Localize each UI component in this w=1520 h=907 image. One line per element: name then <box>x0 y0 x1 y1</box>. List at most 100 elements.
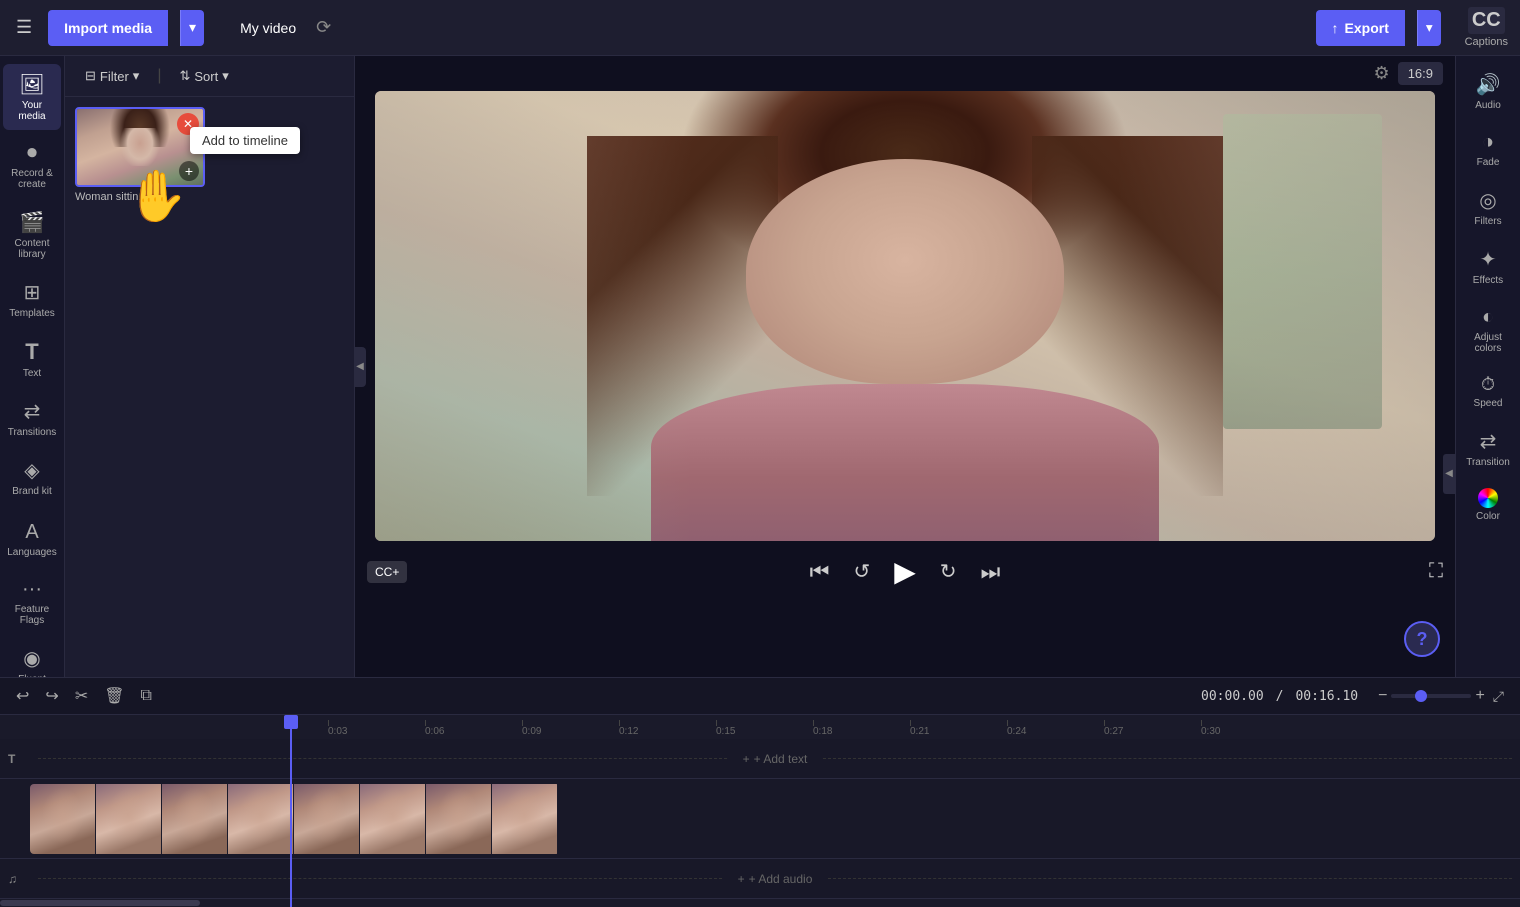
library-icon: 🎬 <box>20 210 45 235</box>
speed-icon: ⏱ <box>1481 374 1495 395</box>
video-track-content[interactable] <box>30 779 1520 858</box>
text-track-content: + + Add text <box>30 739 1520 778</box>
video-frame <box>375 91 1435 541</box>
add-to-timeline-tooltip[interactable]: Add to timeline <box>190 127 300 154</box>
sidebar-item-record-create[interactable]: ⏺ Record & create <box>3 134 61 198</box>
strip-frame <box>360 784 426 854</box>
cc-button[interactable]: CC+ <box>367 561 407 583</box>
tool-speed[interactable]: ⏱ Speed <box>1459 366 1517 417</box>
cut-button[interactable]: ✂ <box>71 684 92 708</box>
audio-track-content: + + Add audio <box>30 859 1520 898</box>
text-track-dashed-line-right <box>823 758 1512 759</box>
settings-icon[interactable]: ⚙ <box>1374 63 1390 84</box>
menu-icon[interactable]: ☰ <box>12 13 36 42</box>
ruler-mark: 0:30 <box>1201 720 1298 737</box>
copy-button[interactable]: ⧉ <box>137 685 156 707</box>
sidebar-item-languages[interactable]: A Languages <box>3 513 61 566</box>
video-preview <box>375 91 1435 541</box>
export-button[interactable]: ↑ Export <box>1316 10 1405 46</box>
templates-icon: ⊞ <box>24 280 41 305</box>
media-grid: ✕ + Woman sittin... Add to timeline 🤚 <box>65 97 354 677</box>
sort-icon: ⇅ <box>179 68 190 84</box>
sync-icon[interactable]: ⟳ <box>316 17 331 38</box>
export-dropdown-button[interactable]: ▾ <box>1417 10 1441 46</box>
audio-icon: 🔊 <box>1476 72 1501 97</box>
text-track-dashed-line <box>38 758 727 759</box>
ruler-mark: 0:24 <box>1007 720 1104 737</box>
timeline-scrollbar[interactable] <box>0 899 1520 907</box>
ruler-mark: 0:12 <box>619 720 716 737</box>
delete-clip-button[interactable]: 🗑 <box>100 684 128 708</box>
import-dropdown-button[interactable]: ▾ <box>180 10 204 46</box>
strip-frame <box>96 784 162 854</box>
captions-icon: CC <box>1468 7 1505 34</box>
strip-frame <box>30 784 96 854</box>
zoom-out-button[interactable]: − <box>1378 687 1387 705</box>
sidebar-item-your-media[interactable]: 🖼 Your media <box>3 64 61 130</box>
sidebar-item-content-library[interactable]: 🎬 Content library <box>3 202 61 268</box>
time-separator: / <box>1276 689 1284 704</box>
timeline-toolbar: ↩ ↪ ✂ 🗑 ⧉ 00:00.00 / 00:16.10 − + ⤢ <box>0 678 1520 715</box>
export-icon: ↑ <box>1332 20 1339 36</box>
strip-frame <box>294 784 360 854</box>
tool-color[interactable]: Color <box>1459 480 1517 530</box>
track-area: T + + Add text <box>0 739 1520 899</box>
sidebar-item-transitions[interactable]: ⇄ Transitions <box>3 391 61 446</box>
tool-transition[interactable]: ⇄ Transition <box>1459 421 1517 476</box>
sort-button[interactable]: ⇅ Sort ▾ <box>171 64 236 88</box>
preview-area: ⚙ 16:9 <box>355 56 1455 677</box>
rewind-button[interactable]: ↺ <box>849 555 874 588</box>
sidebar-item-brand-kit[interactable]: ◈ Brand kit <box>3 450 61 505</box>
help-button[interactable]: ? <box>1404 621 1440 657</box>
filter-icon: ⊟ <box>85 68 96 84</box>
scrollbar-thumb[interactable] <box>0 900 200 906</box>
text-track-row: T + + Add text <box>0 739 1520 779</box>
undo-button[interactable]: ↩ <box>12 684 33 708</box>
main-area: 🖼 Your media ⏺ Record & create 🎬 Content… <box>0 56 1520 677</box>
tool-fade[interactable]: ◑ Fade <box>1459 123 1517 176</box>
media-panel: ⊟ Filter ▾ | ⇅ Sort ▾ <box>65 56 355 677</box>
transition-icon: ⇄ <box>1480 429 1497 454</box>
zoom-controls: − + ⤢ <box>1378 686 1508 707</box>
add-media-icon: + <box>179 161 199 181</box>
filter-button[interactable]: ⊟ Filter ▾ <box>77 64 147 88</box>
redo-button[interactable]: ↪ <box>41 684 62 708</box>
skip-back-button[interactable]: ⏮ <box>806 555 834 589</box>
panel-collapse-button[interactable]: ◀ <box>354 347 366 387</box>
video-strip[interactable] <box>30 784 560 854</box>
skip-forward-button[interactable]: ⏭ <box>977 555 1005 589</box>
tab-area: My video ⟳ <box>228 14 331 42</box>
ruler-mark: 0:15 <box>716 720 813 737</box>
playback-controls: CC+ ⏮ ↺ ▶ ↻ ⏭ ⛶ <box>355 541 1455 602</box>
tool-filters[interactable]: ◎ Filters <box>1459 180 1517 235</box>
languages-icon: A <box>25 521 38 544</box>
sidebar-item-templates[interactable]: ⊞ Templates <box>3 272 61 327</box>
zoom-slider[interactable] <box>1391 694 1471 698</box>
add-text-button[interactable]: + + Add text <box>735 748 816 770</box>
tool-audio[interactable]: 🔊 Audio <box>1459 64 1517 119</box>
media-thumbnail[interactable]: ✕ + <box>75 107 205 187</box>
sidebar-item-feature-flags[interactable]: ··· Feature Flags <box>3 570 61 634</box>
zoom-in-button[interactable]: + <box>1475 687 1484 705</box>
transitions-icon: ⇄ <box>24 399 41 424</box>
fit-to-screen-button[interactable]: ⤢ <box>1489 686 1508 707</box>
sidebar-item-text[interactable]: T Text <box>3 331 61 387</box>
sidebar-item-fluent-theme[interactable]: ◉ Fluent Theme <box>3 638 61 677</box>
strip-frame <box>162 784 228 854</box>
import-button[interactable]: Import media <box>48 10 168 46</box>
timeline-content: 0:03 0:06 0:09 0:12 0:15 0:18 0:21 0:24 … <box>0 715 1520 907</box>
media-toolbar: ⊟ Filter ▾ | ⇅ Sort ▾ <box>65 56 354 97</box>
audio-track-row: ♫ + + Add audio <box>0 859 1520 899</box>
ruler-mark: 0:03 <box>328 720 425 737</box>
add-audio-button[interactable]: + + Add audio <box>730 868 821 890</box>
captions-button[interactable]: CC Captions <box>1465 7 1508 48</box>
tool-adjust-colors[interactable]: ◐ Adjust colors <box>1459 298 1517 362</box>
text-icon: T <box>25 339 38 365</box>
forward-button[interactable]: ↻ <box>936 555 961 588</box>
play-button[interactable]: ▶ <box>890 551 920 592</box>
fullscreen-button[interactable]: ⛶ <box>1429 560 1443 583</box>
left-nav: 🖼 Your media ⏺ Record & create 🎬 Content… <box>0 56 65 677</box>
tool-effects[interactable]: ✦ Effects <box>1459 239 1517 294</box>
tab-my-video[interactable]: My video <box>228 14 308 42</box>
time-total: 00:16.10 <box>1295 689 1358 704</box>
